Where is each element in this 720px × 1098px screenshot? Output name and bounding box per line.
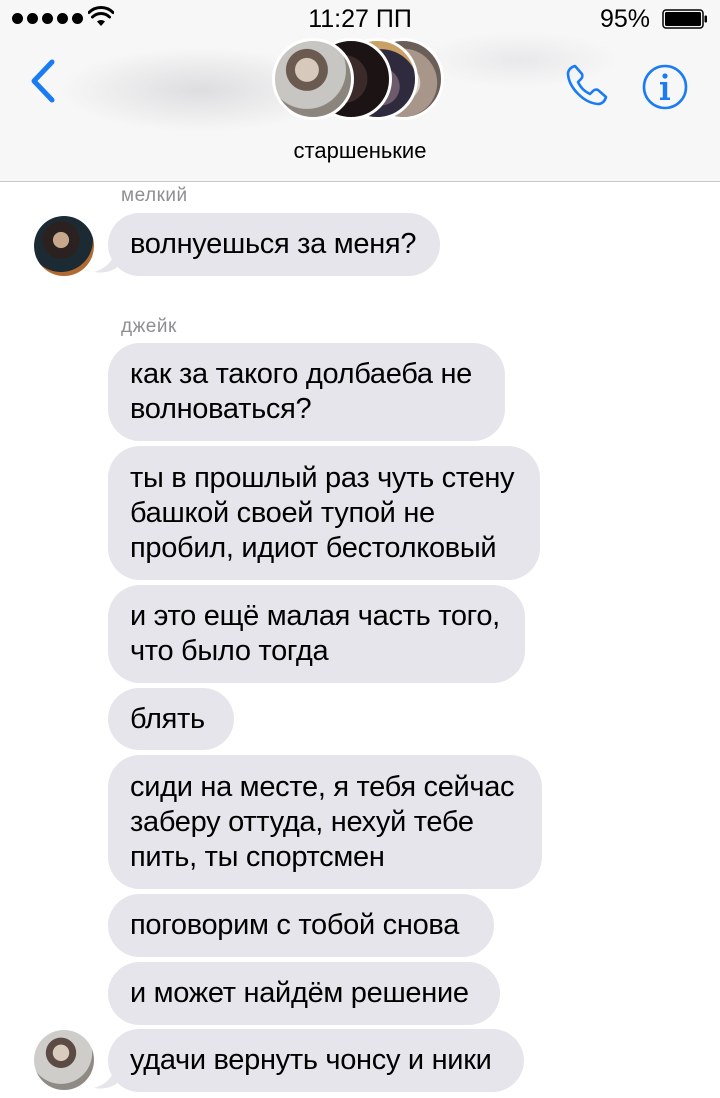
sender-avatar[interactable] [34, 216, 94, 276]
back-button[interactable] [22, 56, 62, 106]
message-text: как за такого долбаеба не волноваться? [130, 358, 473, 425]
message-text: и это ещё малая часть того, что было тог… [130, 600, 500, 667]
battery-icon [662, 9, 707, 29]
sender-name: джейк [121, 316, 177, 337]
message-text: поговорим с тобой снова [130, 909, 460, 941]
phone-icon[interactable] [562, 60, 612, 110]
message-text: ты в прошлый раз чуть стену башкой своей… [130, 461, 515, 564]
message-text: волнуешься за меня? [130, 228, 417, 260]
group-avatar [272, 38, 354, 120]
conversation-header: 11:27 ПП 95% старшенькие [0, 0, 720, 182]
group-avatars[interactable] [272, 38, 452, 124]
message-bubble[interactable]: ты в прошлый раз чуть стену башкой своей… [108, 446, 540, 580]
message-text: сиди на месте, я тебя сейчас заберу отту… [130, 770, 515, 873]
message-bubble[interactable]: сиди на месте, я тебя сейчас заберу отту… [108, 755, 542, 889]
message-bubble[interactable]: и это ещё малая часть того, что было тог… [108, 585, 525, 683]
info-icon[interactable] [640, 62, 690, 112]
sender-name: мелкий [121, 185, 188, 206]
message-text: удачи вернуть чонсу и ники [130, 1044, 492, 1076]
sender-avatar[interactable] [34, 1030, 94, 1090]
message-bubble[interactable]: и может найдём решение [108, 962, 500, 1025]
message-text: и может найдём решение [130, 977, 469, 1009]
battery-percentage: 95% [599, 5, 650, 33]
message-bubble[interactable]: волнуешься за меня? [108, 213, 440, 276]
message-bubble[interactable]: блять [108, 688, 234, 750]
message-bubble[interactable]: как за такого долбаеба не волноваться? [108, 343, 505, 441]
status-bar: 11:27 ПП 95% [0, 0, 720, 38]
message-text: блять [130, 702, 205, 735]
message-bubble[interactable]: удачи вернуть чонсу и ники [108, 1029, 524, 1092]
message-bubble[interactable]: поговорим с тобой снова [108, 894, 494, 957]
group-name[interactable]: старшенькие [0, 138, 720, 164]
